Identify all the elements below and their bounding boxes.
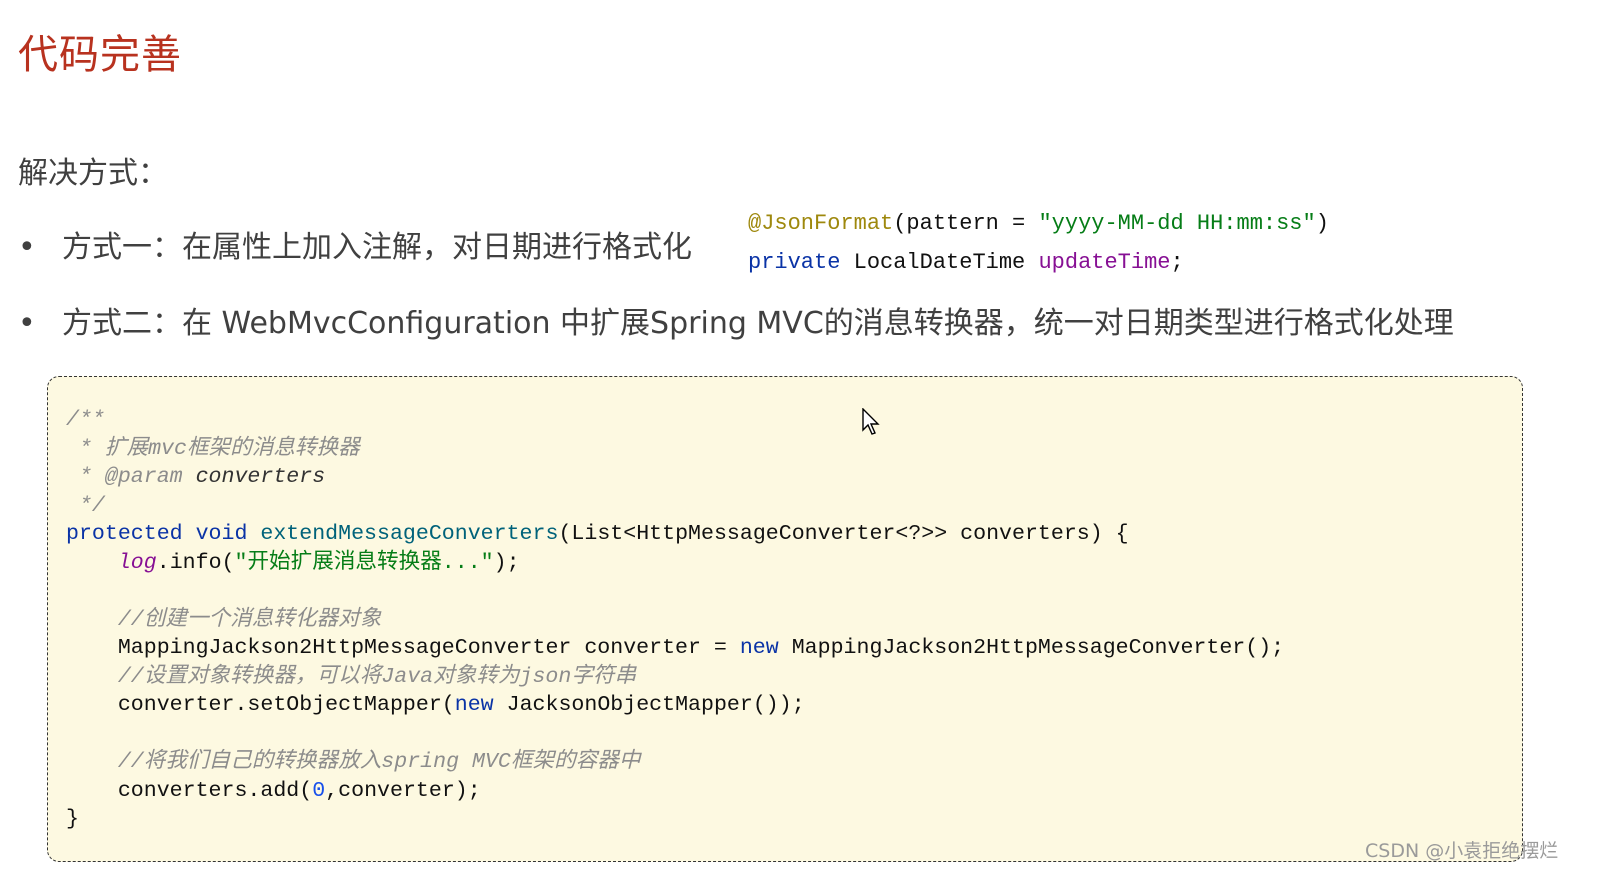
annotation-code-snippet: @JsonFormat(pattern = "yyyy-MM-dd HH:mm:… bbox=[748, 204, 1329, 282]
code-token: converters.add( bbox=[66, 778, 313, 803]
bullet-text: 方式一：在属性上加入注解，对日期进行格式化 bbox=[62, 230, 692, 265]
code-token: ; bbox=[1170, 250, 1184, 275]
code-token: "yyyy-MM-dd HH:mm:ss" bbox=[1038, 211, 1316, 236]
code-token: ,converter); bbox=[325, 778, 481, 803]
code-line: */ bbox=[66, 492, 1284, 521]
bullet-marker: • bbox=[18, 230, 36, 265]
code-token: "开始扩展消息转换器..." bbox=[234, 550, 494, 575]
code-token: //创建一个消息转化器对象 bbox=[117, 607, 382, 632]
code-token: MappingJackson2HttpMessageConverter(); bbox=[778, 636, 1285, 660]
code-line: protected void extendMessageConverters(L… bbox=[66, 520, 1284, 549]
code-token: converters bbox=[195, 465, 326, 489]
code-line: //创建一个消息转化器对象 bbox=[66, 606, 1284, 635]
code-line: //设置对象转换器，可以将Java对象转为json字符串 bbox=[66, 663, 1284, 692]
code-line: converter.setObjectMapper(new JacksonObj… bbox=[66, 691, 1284, 720]
code-line: } bbox=[66, 805, 1284, 834]
bullet-marker: • bbox=[18, 306, 36, 341]
mouse-pointer-icon bbox=[862, 407, 882, 440]
code-token: /** bbox=[66, 408, 105, 432]
code-line: //将我们自己的转换器放入spring MVC框架的容器中 bbox=[66, 748, 1284, 777]
code-token: log bbox=[117, 550, 157, 575]
code-token: LocalDateTime bbox=[840, 250, 1039, 275]
code-token: ); bbox=[493, 550, 520, 575]
code-token: new bbox=[454, 693, 494, 717]
code-token: MappingJackson2HttpMessageConverter conv… bbox=[66, 636, 740, 660]
watermark: CSDN @小袁拒绝摆烂 bbox=[1365, 840, 1559, 862]
code-token: extendMessageConverters bbox=[260, 522, 559, 546]
code-token: (pattern = bbox=[893, 211, 1039, 236]
code-line: @JsonFormat(pattern = "yyyy-MM-dd HH:mm:… bbox=[748, 204, 1329, 243]
bullet-method-one: • 方式一：在属性上加入注解，对日期进行格式化 bbox=[18, 222, 692, 266]
code-token: //设置对象转换器，可以将Java对象转为json字符串 bbox=[117, 664, 637, 689]
code-line: log.info("开始扩展消息转换器..."); bbox=[66, 549, 1284, 578]
code-token: */ bbox=[66, 493, 105, 518]
bullet-method-two: • 方式二：在 WebMvcConfiguration 中扩展Spring MVC… bbox=[18, 298, 1454, 342]
code-line: /** bbox=[66, 406, 1284, 435]
code-token: converter.setObjectMapper( bbox=[66, 693, 455, 717]
code-token: * 扩展mvc框架的消息转换器 bbox=[66, 436, 360, 461]
code-line: converters.add(0,converter); bbox=[66, 777, 1284, 806]
code-token: ) bbox=[1315, 211, 1329, 236]
code-token: (List<HttpMessageConverter<?>> converter… bbox=[558, 522, 1129, 546]
code-token: * @param bbox=[66, 465, 196, 489]
subheading: 解决方式： bbox=[18, 156, 168, 191]
code-token: private bbox=[748, 250, 841, 275]
code-token: //将我们自己的转换器放入spring MVC框架的容器中 bbox=[117, 750, 641, 774]
code-line: * @param converters bbox=[66, 463, 1284, 492]
bullet-text: 方式二：在 WebMvcConfiguration 中扩展Spring MVC的… bbox=[62, 306, 1454, 341]
code-token: .info( bbox=[156, 550, 235, 575]
code-token: @JsonFormat bbox=[748, 211, 894, 236]
code-token: updateTime bbox=[1038, 250, 1171, 275]
code-line: private LocalDateTime updateTime; bbox=[748, 243, 1329, 282]
code-line: * 扩展mvc框架的消息转换器 bbox=[66, 435, 1284, 464]
code-token: new bbox=[739, 636, 779, 660]
code-listing: /** * 扩展mvc框架的消息转换器 * @param converters … bbox=[66, 406, 1284, 834]
code-token: } bbox=[66, 807, 79, 831]
code-token: protected void bbox=[66, 522, 261, 546]
page-title: 代码完善 bbox=[18, 32, 182, 78]
code-line: MappingJackson2HttpMessageConverter conv… bbox=[66, 634, 1284, 663]
code-token: JacksonObjectMapper()); bbox=[493, 693, 805, 717]
code-token: 0 bbox=[312, 778, 326, 803]
